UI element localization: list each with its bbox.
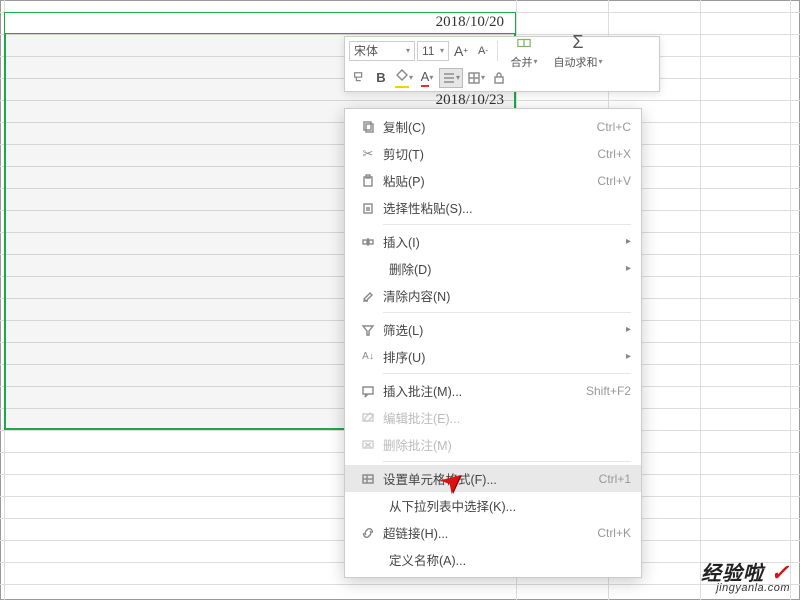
- font-name-select[interactable]: 宋体 ▾: [349, 41, 415, 61]
- menu-insert[interactable]: 插入(I) ▸: [345, 228, 641, 255]
- menu-filter[interactable]: 筛选(L) ▸: [345, 316, 641, 343]
- watermark: 经验啦 ✓ jingyanla.com: [701, 557, 790, 594]
- menu-clear[interactable]: 清除内容(N): [345, 282, 641, 309]
- font-size-value: 11: [422, 44, 434, 58]
- menu-separator: [383, 224, 631, 225]
- merge-icon: [517, 32, 531, 54]
- mini-toolbar: 宋体 ▾ 11 ▾ A+ A- 合并▾ Σ 自动求和▾ B ▾: [344, 36, 660, 92]
- submenu-arrow-icon: ▸: [620, 324, 631, 335]
- menu-pick-from-dropdown[interactable]: 从下拉列表中选择(K)...: [345, 492, 641, 519]
- sort-icon: A↓: [357, 351, 379, 362]
- filter-icon: [357, 323, 379, 337]
- format-cells-icon: [357, 472, 379, 486]
- chevron-down-icon: ▾: [406, 46, 410, 55]
- cell-date-1-top: 2018/10/20: [378, 14, 508, 31]
- menu-separator: [383, 461, 631, 462]
- menu-insert-comment[interactable]: 插入批注(M)... Shift+F2: [345, 377, 641, 404]
- align-button[interactable]: ▾: [439, 68, 463, 88]
- copy-icon: [357, 120, 379, 134]
- context-menu: 复制(C) Ctrl+C ✂ 剪切(T) Ctrl+X 粘贴(P) Ctrl+V…: [344, 108, 642, 578]
- font-name-value: 宋体: [354, 42, 378, 59]
- paste-special-icon: [357, 201, 379, 215]
- menu-sort[interactable]: A↓ 排序(U) ▸: [345, 343, 641, 370]
- font-color-button[interactable]: A▾: [417, 68, 437, 88]
- menu-define-name[interactable]: 定义名称(A)...: [345, 546, 641, 573]
- submenu-arrow-icon: ▸: [620, 236, 631, 247]
- link-icon: [357, 526, 379, 540]
- borders-button[interactable]: ▾: [465, 68, 487, 88]
- sigma-icon: Σ: [572, 32, 583, 54]
- menu-edit-comment: 编辑批注(E)...: [345, 404, 641, 431]
- paste-icon: [357, 174, 379, 188]
- increase-font-button[interactable]: A+: [451, 41, 471, 61]
- edit-comment-icon: [357, 411, 379, 425]
- comment-icon: [357, 384, 379, 398]
- menu-delete[interactable]: 删除(D) ▸: [345, 255, 641, 282]
- bucket-icon: [395, 68, 409, 88]
- menu-cut[interactable]: ✂ 剪切(T) Ctrl+X: [345, 140, 641, 167]
- delete-comment-icon: [357, 438, 379, 452]
- menu-format-cells[interactable]: 设置单元格格式(F)... Ctrl+1: [345, 465, 641, 492]
- bold-button[interactable]: B: [371, 68, 391, 88]
- font-size-select[interactable]: 11 ▾: [417, 41, 449, 61]
- menu-paste[interactable]: 粘贴(P) Ctrl+V: [345, 167, 641, 194]
- submenu-arrow-icon: ▸: [620, 351, 631, 362]
- clear-icon: [357, 289, 379, 303]
- menu-copy[interactable]: 复制(C) Ctrl+C: [345, 113, 641, 140]
- menu-delete-comment: 删除批注(M): [345, 431, 641, 458]
- menu-separator: [383, 373, 631, 374]
- insert-icon: [357, 235, 379, 249]
- menu-paste-special[interactable]: 选择性粘贴(S)...: [345, 194, 641, 221]
- fill-color-button[interactable]: ▾: [393, 68, 415, 88]
- decrease-font-button[interactable]: A-: [473, 41, 493, 61]
- menu-separator: [383, 312, 631, 313]
- cut-icon: ✂: [357, 146, 379, 162]
- chevron-down-icon: ▾: [440, 46, 444, 55]
- cell-lock-button[interactable]: [489, 68, 509, 88]
- submenu-arrow-icon: ▸: [620, 263, 631, 274]
- menu-hyperlink[interactable]: 超链接(H)... Ctrl+K: [345, 519, 641, 546]
- format-painter-button[interactable]: [349, 68, 369, 88]
